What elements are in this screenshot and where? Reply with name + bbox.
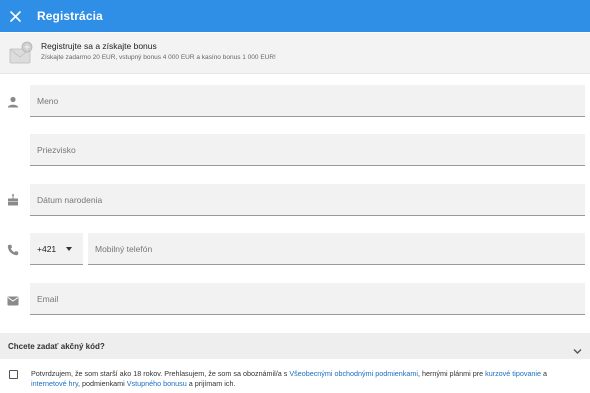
close-icon[interactable] [8, 9, 22, 23]
phone-input[interactable] [88, 233, 585, 264]
terms-text-part: a prijímam ich. [186, 379, 236, 388]
country-code-value: +421 [37, 243, 57, 254]
promo-code-toggle[interactable]: Chcete zadať akčný kód? [0, 333, 590, 359]
first-name-field[interactable] [30, 85, 585, 117]
bonus-subtext: Získajte zadarmo 20 EUR, vstupný bonus 4… [41, 54, 276, 61]
terms-text-part: Potvrdzujem, že som starší ako 18 rokov.… [31, 369, 290, 378]
caret-down-icon [66, 246, 73, 251]
page-title: Registrácia [37, 9, 103, 23]
gift-envelope-icon [8, 40, 36, 66]
first-name-input[interactable] [30, 85, 585, 116]
email-input[interactable] [30, 283, 585, 314]
country-code-select[interactable]: +421 [30, 233, 83, 265]
birth-date-field[interactable] [30, 184, 585, 216]
app-bar: Registrácia [0, 0, 590, 32]
person-icon [7, 95, 21, 109]
bonus-headline: Registrujte sa a získajte bonus [41, 41, 157, 51]
cake-icon [7, 193, 21, 207]
email-field[interactable] [30, 283, 585, 315]
terms-text: Potvrdzujem, že som starší ako 18 rokov.… [31, 369, 561, 389]
birth-date-input[interactable] [30, 184, 585, 215]
last-name-field[interactable] [30, 134, 585, 166]
terms-checkbox[interactable] [9, 370, 18, 379]
link-internet-games[interactable]: internetové hry [31, 379, 78, 388]
terms-text-part: , podmienkami [78, 379, 127, 388]
link-entry-bonus[interactable]: Vstupného bonusu [127, 379, 187, 388]
terms-text-part: a [541, 369, 548, 378]
promo-code-label: Chcete zadať akčný kód? [8, 341, 105, 351]
terms-text-part: , hernými plánmi pre [417, 369, 486, 378]
phone-icon [7, 243, 21, 257]
last-name-input[interactable] [30, 134, 585, 165]
mail-icon [7, 293, 21, 307]
chevron-down-icon [573, 342, 582, 354]
phone-field[interactable] [88, 233, 585, 265]
bonus-banner: Registrujte sa a získajte bonus Získajte… [0, 33, 590, 74]
link-terms[interactable]: Všeobecnými obchodnými podmienkami [289, 369, 418, 378]
link-course-betting[interactable]: kurzové tipovanie [485, 369, 541, 378]
